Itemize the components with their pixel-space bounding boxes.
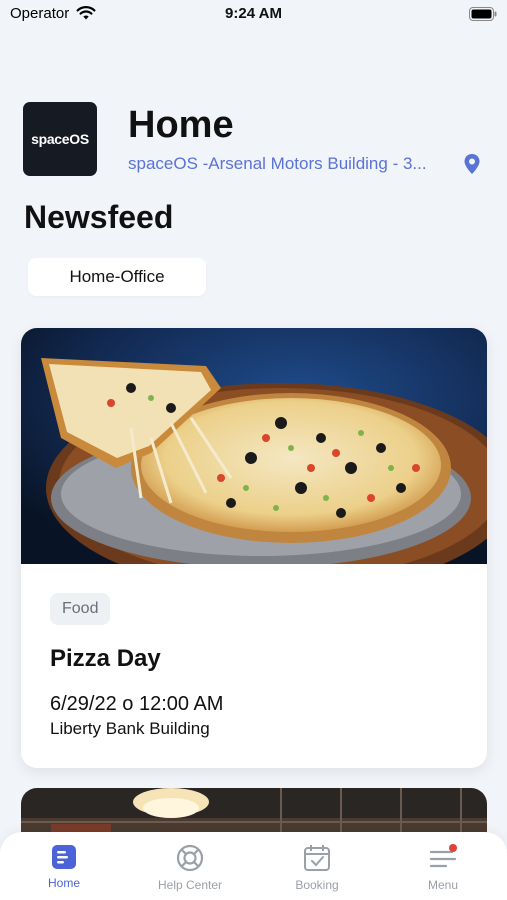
tab-menu-label: Menu <box>427 878 459 892</box>
tab-home-label: Home <box>47 876 80 890</box>
card-title: Pizza Day <box>50 645 161 672</box>
clock: 9:24 AM <box>225 5 282 22</box>
filter-chip-home-office[interactable]: Home-Office <box>28 258 206 296</box>
logo-text: spaceOS <box>31 131 89 147</box>
tab-booking-label: Booking <box>295 878 339 892</box>
page-title: Home <box>128 104 234 146</box>
pizza-image <box>21 328 487 564</box>
home-feed-icon <box>52 845 76 869</box>
section-title: Newsfeed <box>24 199 174 235</box>
notification-dot <box>449 844 457 852</box>
battery-icon <box>469 7 497 21</box>
status-bar: Operator 9:24 AM <box>0 0 507 30</box>
location-selector[interactable]: spaceOS -Arsenal Motors Building - 3... <box>128 154 453 174</box>
tab-bar: Home Help Center Booking Menu <box>0 832 507 900</box>
card-location: Liberty Bank Building <box>50 719 210 738</box>
menu-icon <box>429 844 457 868</box>
location-pin-icon[interactable] <box>463 153 481 175</box>
tab-booking[interactable]: Booking <box>267 844 367 896</box>
card-datetime: 6/29/22 o 12:00 AM <box>50 693 224 715</box>
calendar-check-icon <box>304 845 330 871</box>
news-card[interactable]: Food Pizza Day 6/29/22 o 12:00 AM Libert… <box>21 328 487 768</box>
category-badge: Food <box>50 593 111 625</box>
tab-help-center-label: Help Center <box>157 878 223 892</box>
lifebuoy-icon <box>176 844 204 872</box>
space-logo: spaceOS <box>23 102 97 176</box>
tab-menu[interactable]: Menu <box>393 844 493 896</box>
tab-help-center[interactable]: Help Center <box>140 844 240 896</box>
tab-home[interactable]: Home <box>14 844 114 896</box>
